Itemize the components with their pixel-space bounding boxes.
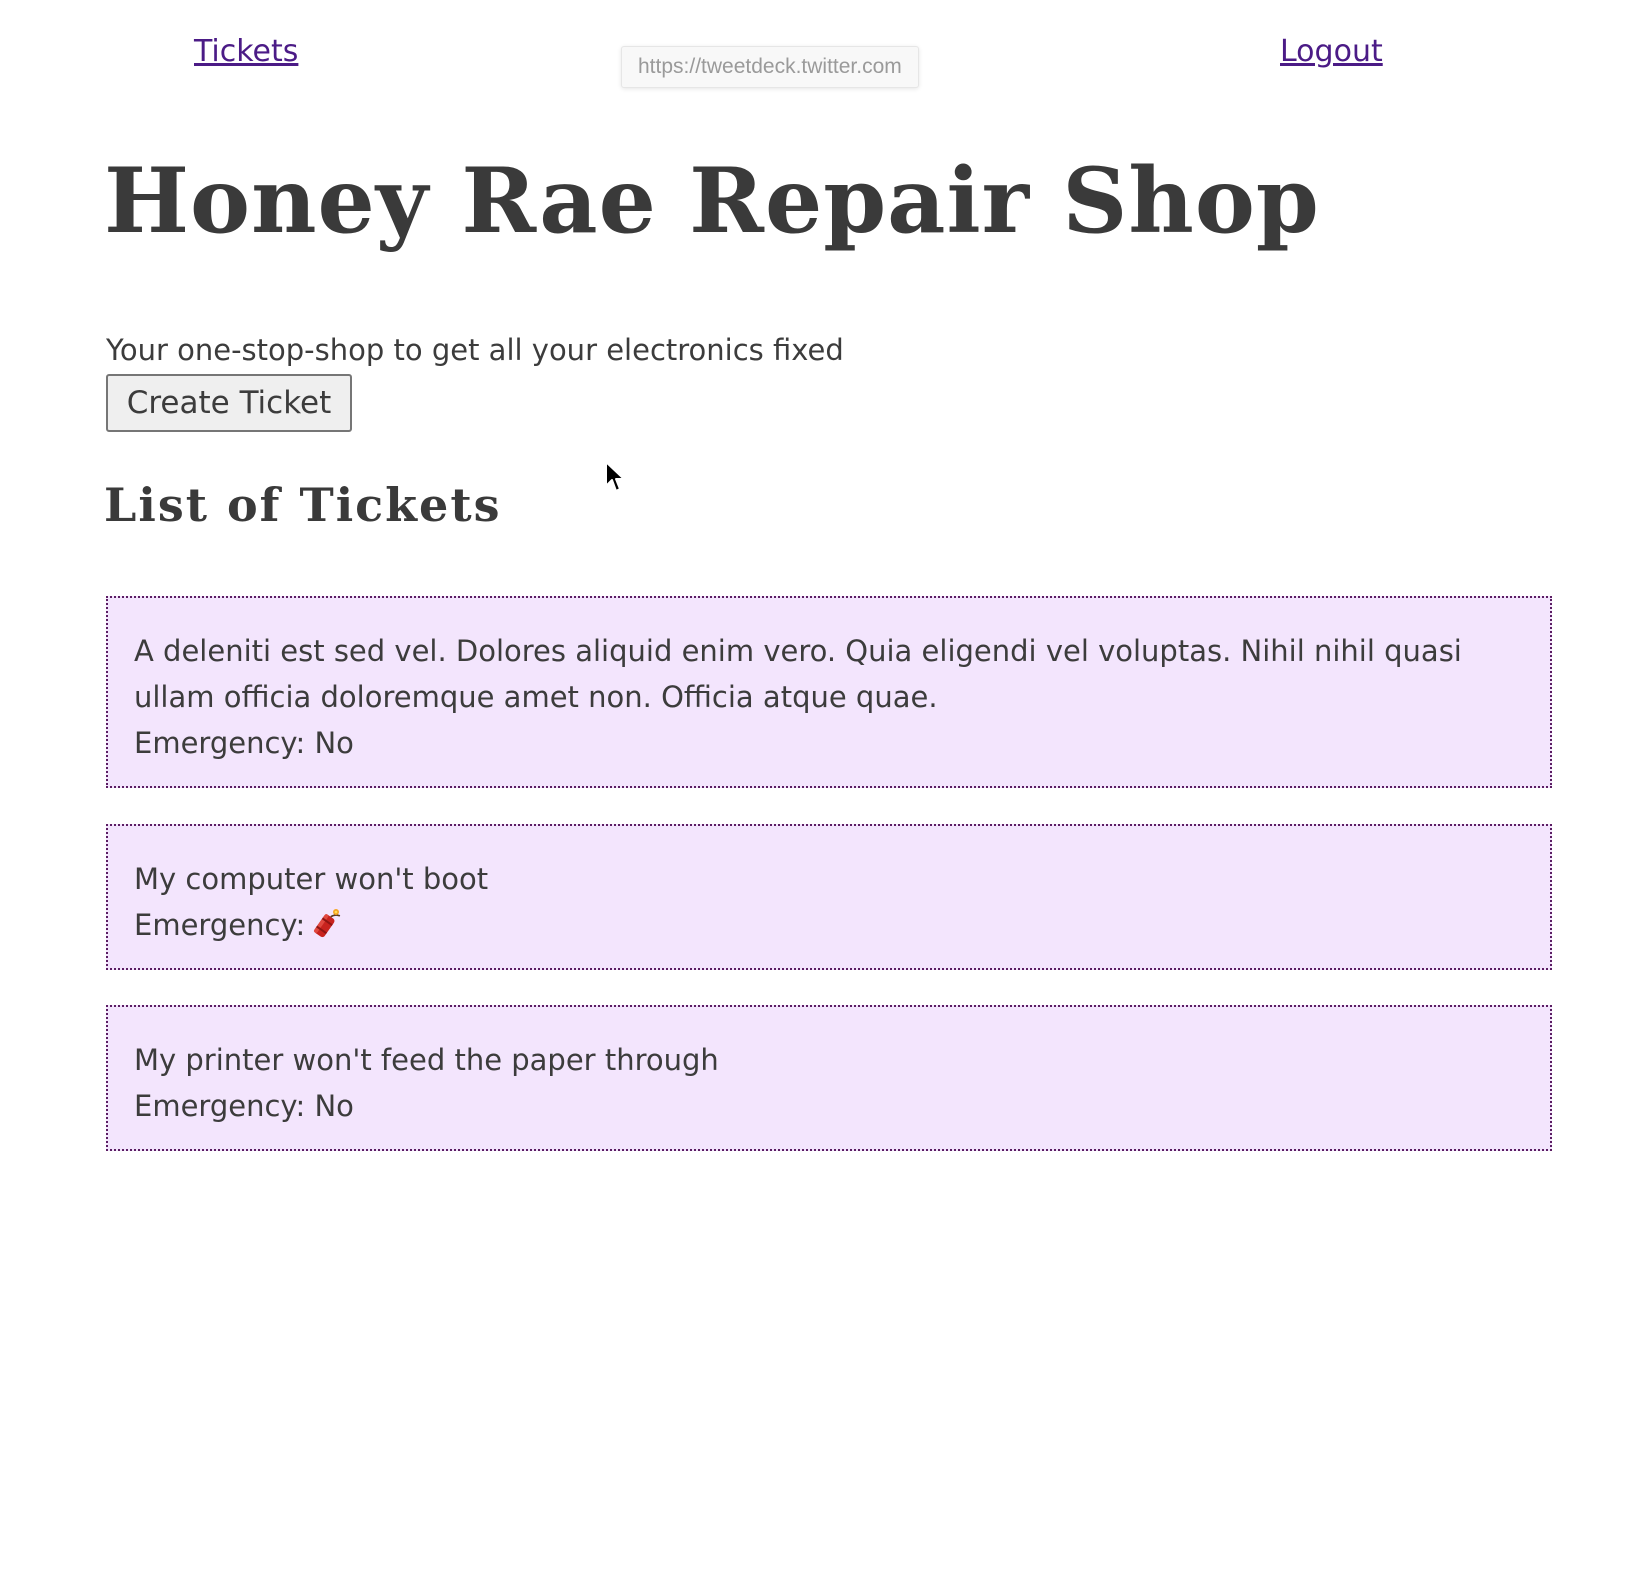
- ticket-description: My computer won't boot: [134, 862, 489, 896]
- ticket-description: A deleniti est sed vel. Dolores aliquid …: [134, 634, 1462, 714]
- nav-link-tickets[interactable]: Tickets: [194, 34, 298, 70]
- link-url-tooltip: https://tweetdeck.twitter.com: [621, 46, 919, 88]
- dynamite-icon: [314, 909, 341, 938]
- create-ticket-button[interactable]: Create Ticket: [106, 374, 352, 432]
- page-title: Honey Rae Repair Shop: [104, 148, 1320, 254]
- ticket-card: My computer won't boot Emergency:: [106, 824, 1552, 970]
- ticket-card: A deleniti est sed vel. Dolores aliquid …: [106, 596, 1552, 788]
- section-title-list-of-tickets: List of Tickets: [104, 478, 502, 532]
- ticket-emergency-status: Emergency: No: [134, 1089, 354, 1123]
- ticket-description: My printer won't feed the paper through: [134, 1043, 719, 1077]
- ticket-emergency-status: Emergency: No: [134, 726, 354, 760]
- tagline: Your one-stop-shop to get all your elect…: [106, 333, 844, 367]
- mouse-cursor-icon: [605, 461, 625, 492]
- ticket-emergency-label: Emergency:: [134, 908, 306, 942]
- nav-link-logout[interactable]: Logout: [1280, 34, 1383, 70]
- ticket-emergency-status: Emergency:: [134, 902, 1524, 948]
- ticket-card: My printer won't feed the paper through …: [106, 1005, 1552, 1151]
